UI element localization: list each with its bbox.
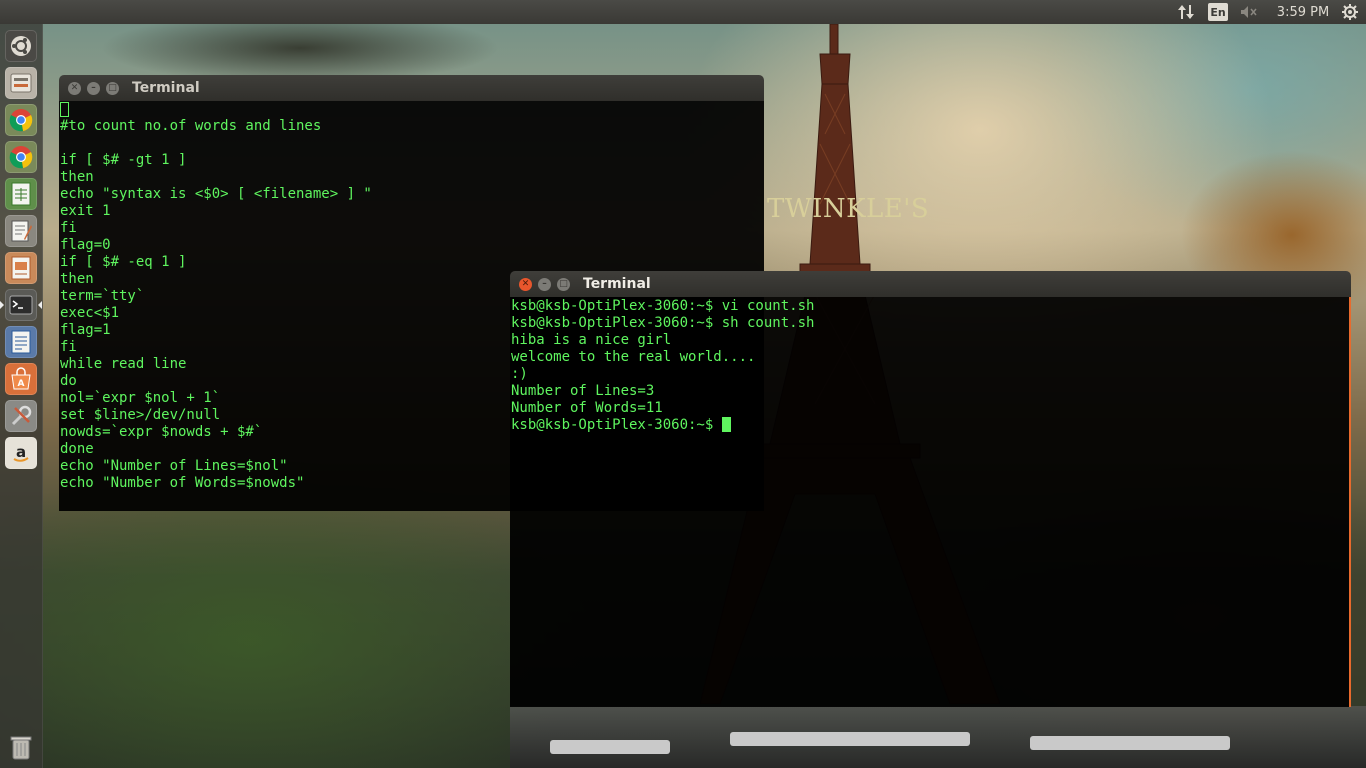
terminal-line: Number of Lines=3 (511, 383, 655, 399)
terminal-content[interactable]: ksb@ksb-OptiPlex-3060:~$ vi count.sh ksb@… (510, 297, 1351, 707)
terminal-line: exec<$1 (60, 305, 120, 321)
terminal-line: fi (60, 339, 77, 355)
terminal-line: term=`tty` (60, 288, 145, 304)
launcher-terminal[interactable] (0, 289, 42, 321)
close-button[interactable]: ✕ (519, 278, 532, 291)
amazon-icon: a (13, 443, 29, 462)
launcher-trash[interactable] (5, 730, 37, 764)
file-manager-icon (10, 73, 32, 93)
wallpaper-watermark-text: TWINKLE'S (767, 194, 930, 224)
terminal-line: set $line>/dev/null (60, 407, 221, 423)
launcher-amazon[interactable]: a (5, 437, 37, 469)
software-center-icon: A (11, 367, 31, 390)
launcher-chrome-2[interactable] (5, 141, 37, 173)
terminal-line: if [ $# -gt 1 ] (60, 152, 187, 168)
text-cursor (721, 417, 731, 432)
terminal-text: ksb@ksb-OptiPlex-3060:~$ vi count.sh ksb@… (511, 298, 814, 434)
terminal-line: ksb@ksb-OptiPlex-3060:~$ sh count.sh (511, 315, 815, 331)
chrome-icon (9, 109, 33, 132)
maximize-button[interactable]: □ (557, 278, 570, 291)
keyboard-layout-indicator[interactable]: En (1207, 0, 1229, 24)
terminal-line: fi (60, 220, 77, 236)
terminal-line: nowds=`expr $nowds + $#` (60, 424, 263, 440)
minimize-button[interactable]: – (538, 278, 551, 291)
launcher-system-settings[interactable] (5, 400, 37, 432)
terminal-icon (9, 295, 33, 315)
terminal-line: flag=0 (60, 237, 111, 253)
keyboard-layout-label: En (1208, 3, 1228, 21)
terminal-line: flag=1 (60, 322, 111, 338)
settings-gear-icon[interactable] (1339, 0, 1361, 24)
launcher-writer[interactable] (5, 326, 37, 358)
wallpaper-boats (510, 706, 1366, 768)
launcher-dash-home[interactable] (5, 30, 37, 62)
terminal-line: hiba is a nice girl (511, 332, 672, 348)
terminal-line: do (60, 373, 77, 389)
shell-prompt: ksb@ksb-OptiPlex-3060:~$ (511, 417, 722, 433)
maximize-button[interactable]: □ (106, 82, 119, 95)
chrome-icon (9, 146, 33, 169)
terminal-line: then (60, 271, 94, 287)
volume-muted-icon[interactable] (1238, 0, 1260, 24)
terminal-line: echo "Number of Words=$nowds" (60, 475, 305, 491)
terminal-line: echo "Number of Lines=$nol" (60, 458, 288, 474)
terminal-line: ksb@ksb-OptiPlex-3060:~$ vi count.sh (511, 298, 815, 314)
prompt-line[interactable]: ksb@ksb-OptiPlex-3060:~$ (511, 417, 814, 434)
window-edge-highlight (1349, 297, 1351, 707)
titlebar[interactable]: ✕ – □ Terminal (510, 271, 1351, 297)
window-title: Terminal (583, 276, 651, 292)
top-panel: En 3:59 PM (0, 0, 1366, 24)
launcher-impress[interactable] (5, 252, 37, 284)
terminal-line: :) (511, 366, 528, 382)
terminal-line: nol=`expr $nol + 1` (60, 390, 221, 406)
spreadsheet-icon (11, 182, 31, 206)
terminal-line: welcome to the real world.... (511, 349, 756, 365)
terminal-window-shell: ✕ – □ Terminal ksb@ksb-OptiPlex-3060:~$ … (510, 271, 1351, 707)
terminal-line: #to count no.of words and lines (60, 118, 322, 134)
ubuntu-logo-icon (11, 36, 31, 56)
close-button[interactable]: ✕ (68, 82, 81, 95)
svg-text:A: A (18, 379, 25, 389)
launcher-text-editor[interactable] (5, 215, 37, 247)
launcher-software-center[interactable]: A (5, 363, 37, 395)
launcher-files[interactable] (5, 67, 37, 99)
terminal-line: while read line (60, 356, 187, 372)
terminal-line: echo "syntax is <$0> [ <filename> ] " (60, 186, 372, 202)
presentation-icon (11, 256, 31, 280)
terminal-line: exit 1 (60, 203, 111, 219)
trash-icon (10, 736, 32, 760)
svg-text:a: a (16, 443, 26, 461)
launcher-chrome-1[interactable] (5, 104, 37, 136)
clock[interactable]: 3:59 PM (1272, 0, 1334, 24)
minimize-button[interactable]: – (87, 82, 100, 95)
terminal-line: then (60, 169, 94, 185)
terminal-text: #to count no.of words and lines if [ $# -… (60, 101, 372, 492)
launcher-calc[interactable] (5, 178, 37, 210)
titlebar[interactable]: ✕ – □ Terminal (59, 75, 764, 101)
document-icon (11, 330, 31, 354)
window-title: Terminal (132, 80, 200, 96)
network-icon[interactable] (1174, 0, 1198, 24)
terminal-line: if [ $# -eq 1 ] (60, 254, 187, 270)
terminal-line: done (60, 441, 94, 457)
unity-launcher: A a (0, 24, 43, 768)
text-editor-icon (11, 220, 32, 242)
terminal-line: Number of Words=11 (511, 400, 663, 416)
settings-tools-icon (11, 405, 32, 426)
